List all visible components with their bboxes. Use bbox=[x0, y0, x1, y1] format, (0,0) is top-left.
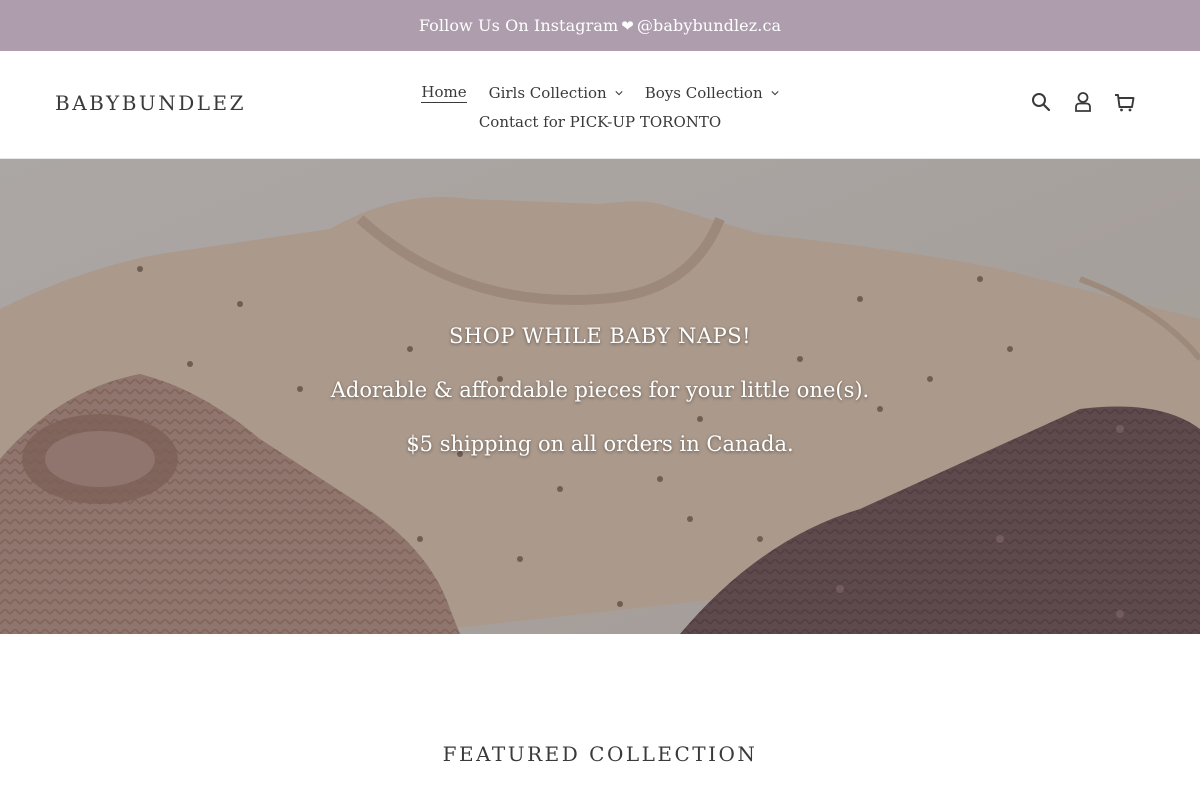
nav-boys-label: Boys Collection bbox=[644, 83, 763, 102]
nav-home-label: Home bbox=[421, 82, 467, 103]
cart-icon[interactable] bbox=[1114, 91, 1136, 113]
nav-contact-pickup[interactable]: Contact for PICK-UP TORONTO bbox=[468, 113, 732, 131]
header-icons bbox=[1030, 91, 1136, 113]
account-icon[interactable] bbox=[1072, 91, 1094, 113]
chevron-down-icon bbox=[615, 90, 623, 95]
nav-home[interactable]: Home bbox=[410, 83, 477, 103]
nav-girls-collection[interactable]: Girls Collection bbox=[478, 84, 634, 102]
instagram-handle[interactable]: @babybundlez.ca bbox=[637, 16, 781, 35]
chevron-down-icon bbox=[771, 90, 779, 95]
featured-collection-heading: FEATURED COLLECTION bbox=[442, 742, 758, 766]
hero-title: SHOP WHILE BABY NAPS! bbox=[448, 324, 752, 348]
hero-line-2: $5 shipping on all orders in Canada. bbox=[406, 432, 794, 456]
nav-contact-label: Contact for PICK-UP TORONTO bbox=[478, 112, 722, 131]
announcement-bar: Follow Us On Instagram ❤ @babybundlez.ca bbox=[0, 0, 1200, 51]
hero-line-1: Adorable & affordable pieces for your li… bbox=[330, 378, 870, 402]
heart-icon: ❤ bbox=[621, 16, 634, 35]
search-icon[interactable] bbox=[1030, 91, 1052, 113]
nav-girls-label: Girls Collection bbox=[488, 83, 607, 102]
hero-banner[interactable]: SHOP WHILE BABY NAPS! Adorable & afforda… bbox=[0, 159, 1200, 634]
site-header: BABYBUNDLEZ Home Girls Collection Boys C… bbox=[0, 51, 1200, 159]
announcement-text[interactable]: Follow Us On Instagram bbox=[419, 16, 618, 35]
hero-text: SHOP WHILE BABY NAPS! Adorable & afforda… bbox=[0, 324, 1200, 468]
nav-boys-collection[interactable]: Boys Collection bbox=[634, 84, 790, 102]
main-nav: Home Girls Collection Boys Collection Co… bbox=[0, 78, 1200, 136]
